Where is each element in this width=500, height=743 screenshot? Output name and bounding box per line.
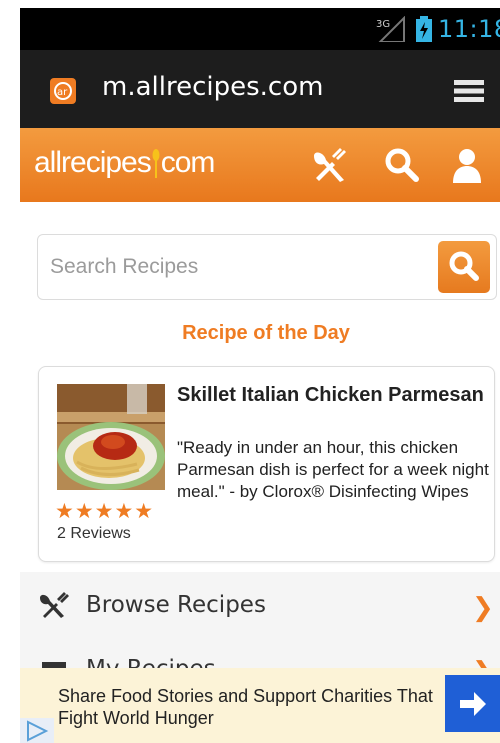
status-bar: 3G 11:18 xyxy=(20,8,500,50)
recipe-photo[interactable] xyxy=(57,384,165,490)
browser-menu-icon[interactable] xyxy=(454,78,484,104)
ad-arrow-button[interactable] xyxy=(445,675,500,732)
search-icon[interactable] xyxy=(383,146,421,184)
site-header: allrecipes com xyxy=(20,128,500,202)
nav-item-my-recipes[interactable]: My Recipes ❯ xyxy=(20,636,500,672)
browser-url-bar[interactable]: ar m.allrecipes.com xyxy=(20,50,500,128)
arrow-right-icon xyxy=(460,692,486,716)
ad-text[interactable]: Share Food Stories and Support Charities… xyxy=(58,685,448,729)
review-count[interactable]: 2 Reviews xyxy=(57,525,131,543)
chevron-right-icon: ❯ xyxy=(472,592,494,622)
utensils-icon[interactable] xyxy=(310,146,348,184)
svg-text:ar: ar xyxy=(57,87,68,98)
ad-banner[interactable]: Share Food Stories and Support Charities… xyxy=(20,668,500,743)
network-type-label: 3G xyxy=(376,19,390,30)
rating-stars: ★★★★★ xyxy=(55,500,155,523)
nav-item-browse-recipes[interactable]: Browse Recipes ❯ xyxy=(20,572,500,636)
nav-item-label: Browse Recipes xyxy=(86,592,266,618)
signal-icon: 3G xyxy=(376,16,405,42)
allrecipes-favicon-icon: ar xyxy=(50,78,76,104)
nav-list: Browse Recipes ❯ My Recipes ❯ xyxy=(20,572,500,672)
status-clock: 11:18 xyxy=(438,15,500,43)
recipe-of-the-day-card[interactable]: ★★★★★ 2 Reviews Skillet Italian Chicken … xyxy=(38,366,495,562)
logo-spoon-icon xyxy=(152,149,160,178)
page-left-margin xyxy=(0,0,20,743)
logo-text-left: allrecipes xyxy=(34,146,152,179)
recipe-title[interactable]: Skillet Italian Chicken Parmesan xyxy=(177,384,487,407)
recipe-description: "Ready in under an hour, this chicken Pa… xyxy=(177,438,489,501)
allrecipes-logo[interactable]: allrecipes com xyxy=(34,142,216,188)
search-button[interactable] xyxy=(438,241,490,293)
url-text[interactable]: m.allrecipes.com xyxy=(102,72,323,102)
logo-text-right: com xyxy=(160,146,216,179)
utensils-icon xyxy=(40,592,69,618)
search-icon xyxy=(449,251,479,281)
battery-icon xyxy=(416,16,432,42)
ad-choices-icon[interactable] xyxy=(20,718,54,743)
user-icon[interactable] xyxy=(448,146,486,184)
recipe-of-the-day-heading: Recipe of the Day xyxy=(182,322,350,344)
search-input[interactable] xyxy=(50,252,420,282)
recipe-search-box xyxy=(37,234,497,300)
